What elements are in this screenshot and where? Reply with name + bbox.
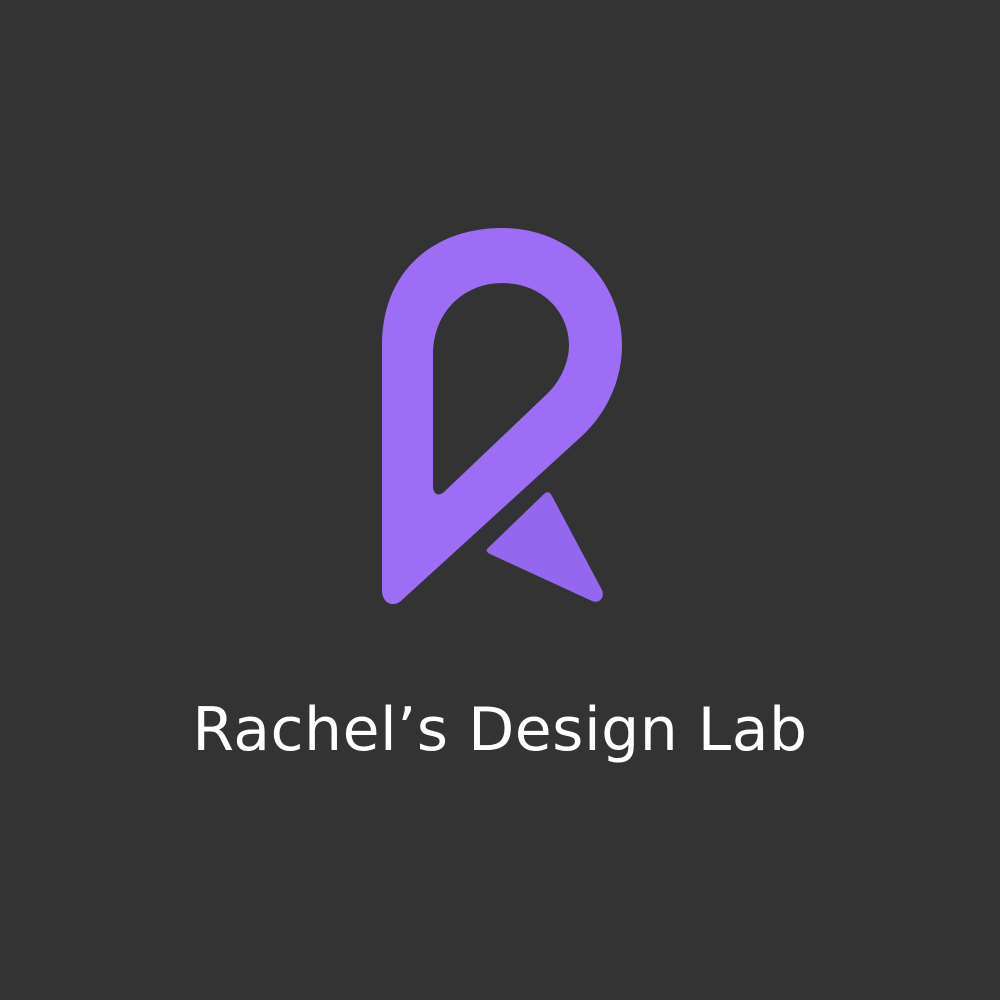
brand-name: Rachel’s Design Lab bbox=[192, 695, 808, 765]
r-letter-logo-icon bbox=[382, 228, 622, 605]
logo-r-leg bbox=[486, 492, 603, 602]
